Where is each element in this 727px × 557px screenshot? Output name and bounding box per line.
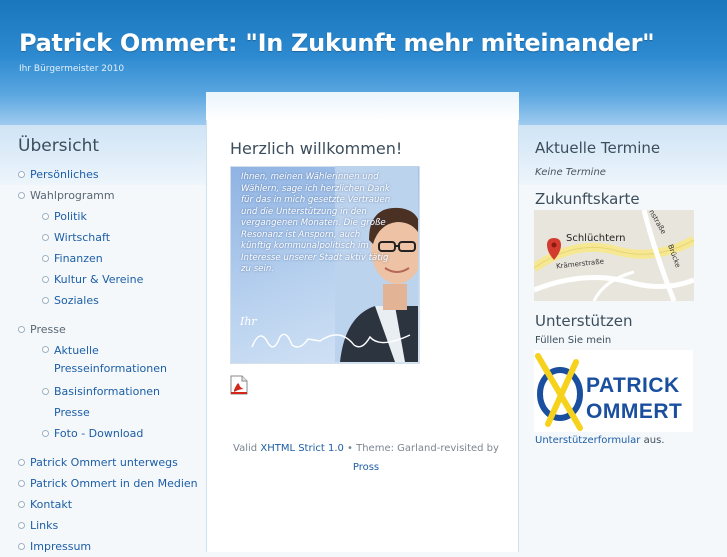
- sidebar-left: Übersicht Persönliches Wahlprogramm Poli…: [18, 136, 198, 557]
- page-title: Herzlich willkommen!: [230, 139, 403, 158]
- menu-item-basisinfo[interactable]: Basisinformationen Presse: [42, 381, 198, 423]
- site-slogan: Ihr Bürgermeister 2010: [19, 64, 125, 74]
- support-end-text: aus.: [640, 435, 665, 446]
- menu-link[interactable]: Basisinformationen Presse: [54, 385, 160, 419]
- signature-graphic: [251, 333, 411, 348]
- menu-link[interactable]: Links: [30, 519, 58, 532]
- pdf-icon[interactable]: [230, 375, 248, 395]
- menu-item-wirtschaft[interactable]: Wirtschaft: [42, 227, 198, 248]
- support-text: Füllen Sie mein: [535, 335, 612, 346]
- menu-link[interactable]: Foto - Download: [54, 427, 143, 440]
- submenu-presse: Aktuelle Presseinformationen Basisinform…: [30, 340, 198, 444]
- menu-item-presse[interactable]: Presse Aktuelle Presseinformationen Basi…: [18, 319, 198, 444]
- support-title: Unterstützen: [535, 312, 633, 330]
- support-line: Unterstützerformular aus.: [535, 435, 664, 446]
- menu-link[interactable]: Persönliches: [30, 168, 99, 181]
- welcome-text: Ihnen, meinen Wählerinnen und Wählern, s…: [241, 172, 391, 274]
- footer-theme: • Theme: Garland-revisited by: [343, 443, 499, 454]
- logo-name-first: PATRICK: [586, 374, 680, 397]
- map-thumbnail[interactable]: Schlüchtern Krämerstraße Brücke nstraße: [534, 210, 694, 301]
- menu-link[interactable]: Patrick Ommert in den Medien: [30, 477, 198, 490]
- menu-item-kultur[interactable]: Kultur & Vereine: [42, 269, 198, 290]
- events-title: Aktuelle Termine: [535, 139, 661, 157]
- menu-link[interactable]: Kultur & Vereine: [54, 273, 143, 286]
- main-menu: Persönliches Wahlprogramm Politik Wirtsc…: [18, 164, 198, 557]
- menu-item-politik[interactable]: Politik: [42, 206, 198, 227]
- menu-link[interactable]: Impressum: [30, 540, 91, 553]
- content-top-gradient: [206, 92, 519, 120]
- author-link[interactable]: Pross: [353, 462, 379, 473]
- no-events-text: Keine Termine: [535, 167, 606, 178]
- sidebar-title: Übersicht: [18, 136, 100, 156]
- menu-link[interactable]: Wirtschaft: [54, 231, 110, 244]
- menu-item-aktuelle-presse[interactable]: Aktuelle Presseinformationen: [42, 340, 198, 381]
- menu-item-soziales[interactable]: Soziales: [42, 290, 198, 311]
- site-name[interactable]: Patrick Ommert: "In Zukunft mehr miteina…: [19, 29, 655, 57]
- xhtml-link[interactable]: XHTML Strict 1.0: [260, 443, 344, 454]
- menu-item-persoenliches[interactable]: Persönliches: [18, 164, 198, 185]
- menu-link[interactable]: Patrick Ommert unterwegs: [30, 456, 178, 469]
- menu-link[interactable]: Aktuelle Presseinformationen: [54, 342, 167, 378]
- menu-link[interactable]: Wahlprogramm: [30, 189, 115, 202]
- map-title: Zukunftskarte: [535, 190, 640, 208]
- menu-item-foto-download[interactable]: Foto - Download: [42, 423, 198, 444]
- candidate-logo: PATRICK OMMERT: [534, 350, 693, 432]
- logo-name-last: OMMERT: [586, 400, 683, 423]
- menu-link[interactable]: Kontakt: [30, 498, 72, 511]
- menu-link[interactable]: Politik: [54, 210, 87, 223]
- menu-link[interactable]: Finanzen: [54, 252, 103, 265]
- menu-item-impressum[interactable]: Impressum: [18, 536, 198, 557]
- map-label-city: Schlüchtern: [566, 233, 626, 244]
- support-form-link[interactable]: Unterstützerformular: [535, 435, 640, 446]
- menu-item-finanzen[interactable]: Finanzen: [42, 248, 198, 269]
- menu-link[interactable]: Presse: [30, 323, 66, 336]
- menu-item-wahlprogramm[interactable]: Wahlprogramm Politik Wirtschaft Finanzen…: [18, 185, 198, 311]
- menu-item-medien[interactable]: Patrick Ommert in den Medien: [18, 473, 198, 494]
- menu-item-kontakt[interactable]: Kontakt: [18, 494, 198, 515]
- submenu-wahlprogramm: Politik Wirtschaft Finanzen Kultur & Ver…: [30, 206, 198, 311]
- menu-link[interactable]: Soziales: [54, 294, 99, 307]
- footer-credits: Valid XHTML Strict 1.0 • Theme: Garland-…: [222, 439, 510, 477]
- menu-item-links[interactable]: Links: [18, 515, 198, 536]
- menu-item-unterwegs[interactable]: Patrick Ommert unterwegs: [18, 452, 198, 473]
- footer-valid: Valid: [233, 443, 258, 454]
